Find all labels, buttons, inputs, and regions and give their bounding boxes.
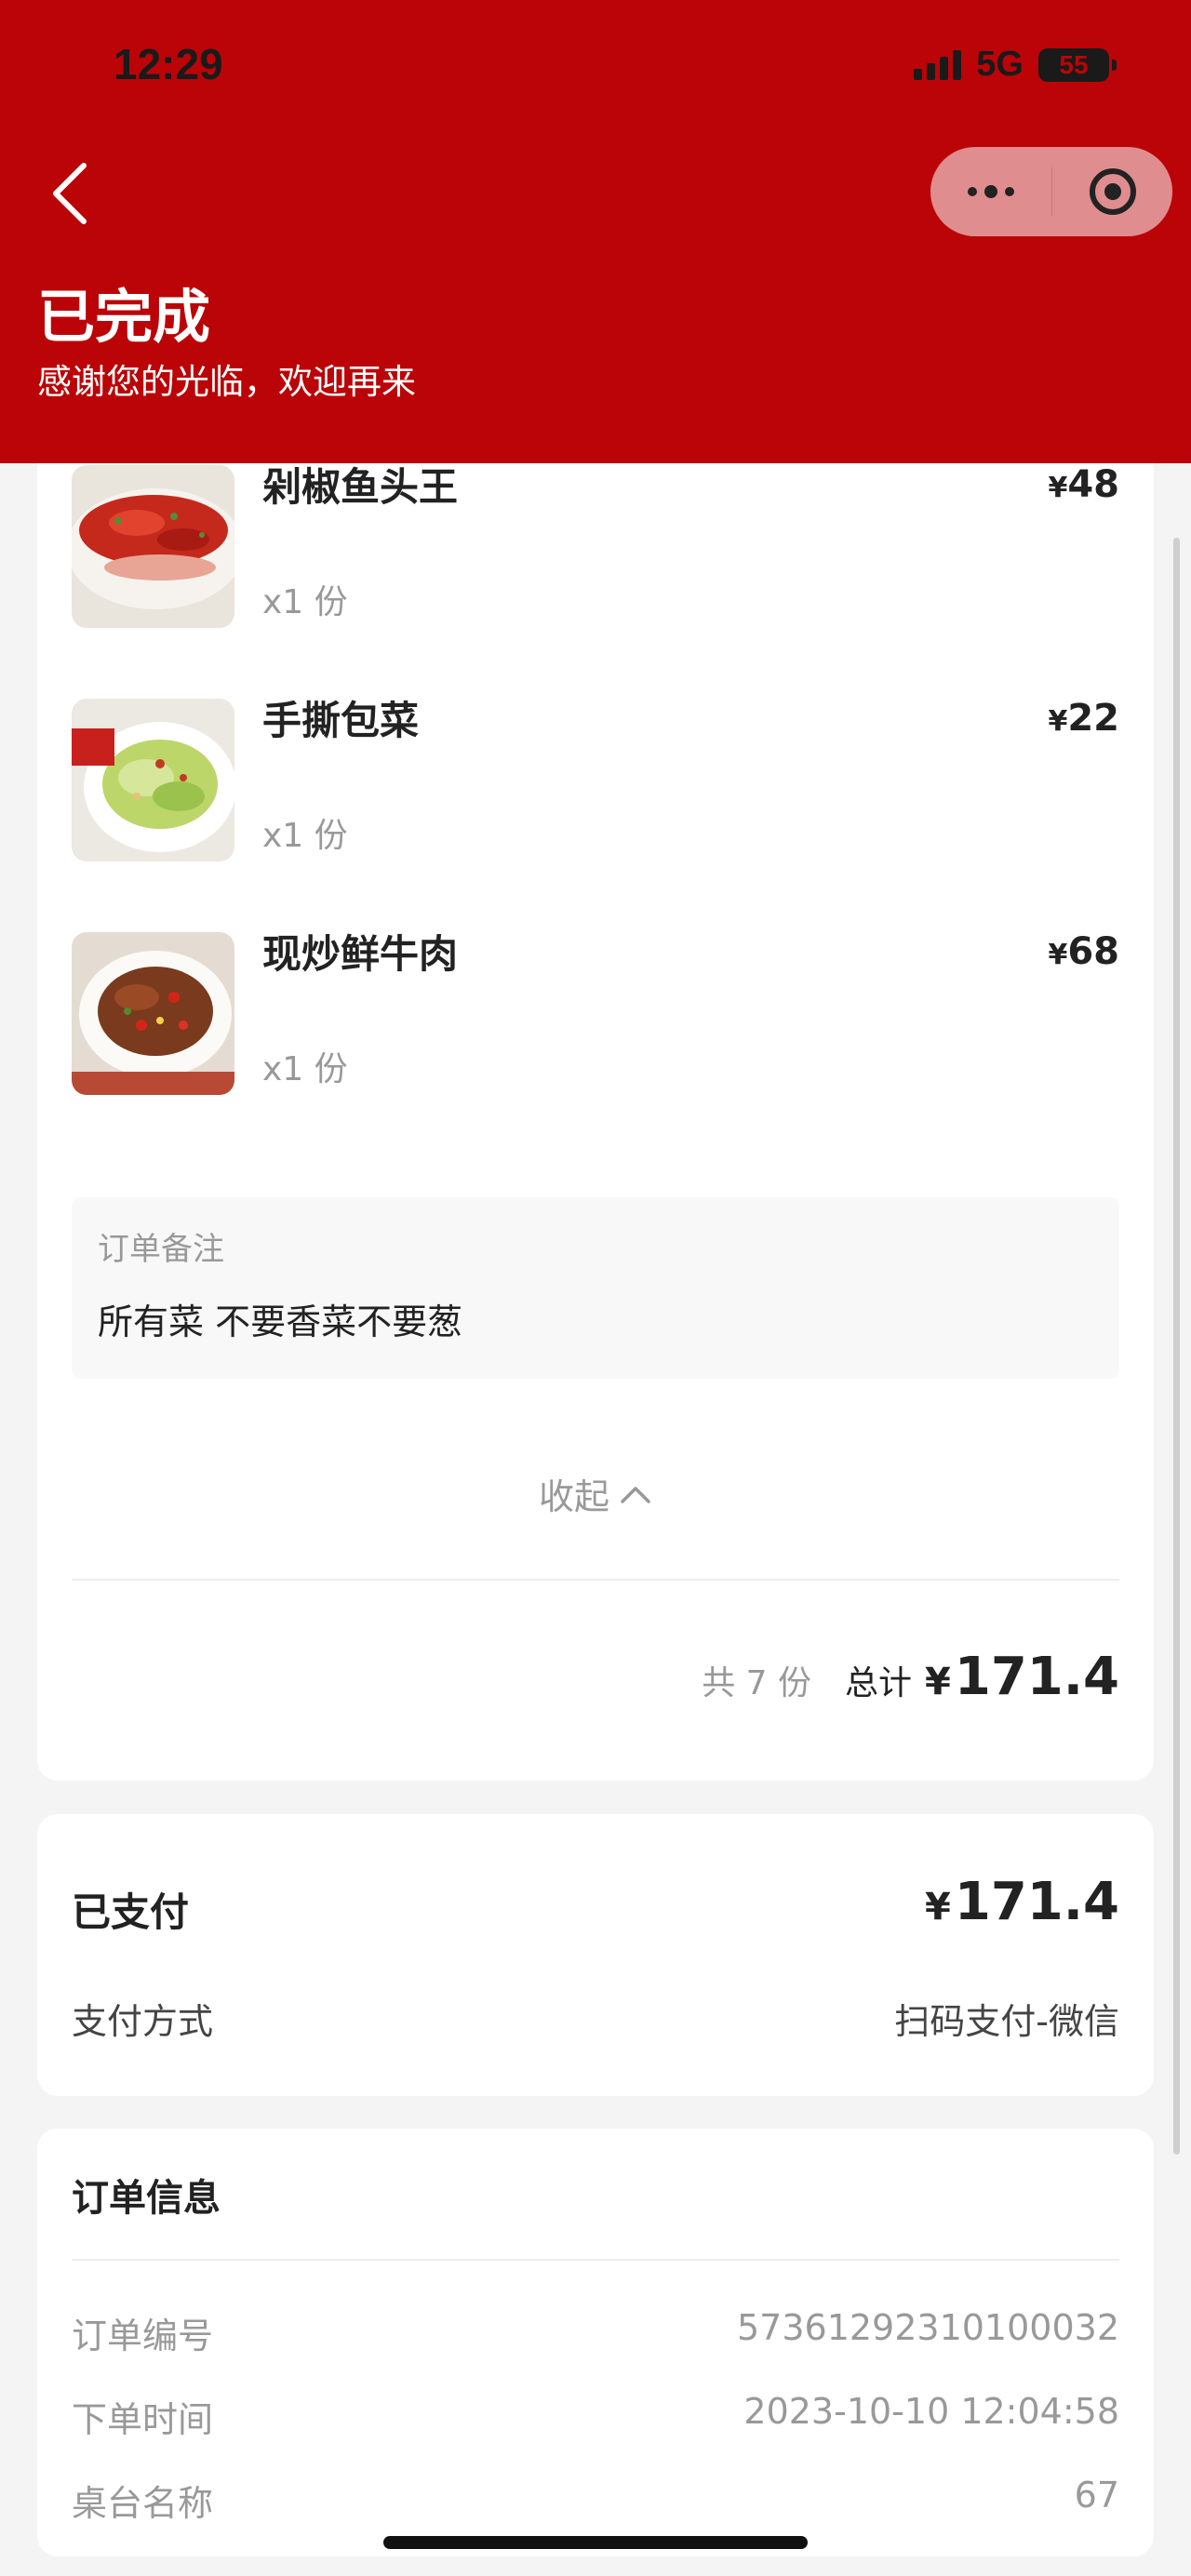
order-time-row: 下单时间 2023-10-10 12:04:58 bbox=[72, 2391, 1119, 2440]
page-subtitle: 感谢您的光临，欢迎再来 bbox=[37, 362, 416, 402]
total-amount: 171.4 bbox=[954, 1647, 1119, 1707]
total-label: 总计 bbox=[845, 1664, 913, 1702]
more-dots-icon bbox=[968, 185, 1014, 198]
page-title: 已完成 bbox=[37, 283, 211, 351]
more-button[interactable] bbox=[930, 147, 1051, 236]
chevron-up-icon bbox=[621, 1486, 650, 1503]
back-button[interactable] bbox=[47, 160, 102, 227]
order-note-label: 订单备注 bbox=[98, 1231, 224, 1268]
payment-status: 已支付 bbox=[72, 1889, 190, 1935]
payment-method-label: 支付方式 bbox=[72, 2001, 214, 2042]
mini-program-capsule bbox=[930, 147, 1172, 236]
order-number-row: 订单编号 57361292310100032 bbox=[72, 2307, 1119, 2356]
status-time: 12:29 bbox=[114, 40, 223, 88]
collapse-label: 收起 bbox=[538, 1476, 609, 1517]
scrollbar[interactable] bbox=[1173, 538, 1180, 2155]
signal-icon bbox=[914, 49, 962, 80]
total-currency: ¥ bbox=[925, 1661, 951, 1703]
order-info-card: 订单信息 订单编号 57361292310100032 下单时间 2023-10-1… bbox=[37, 2129, 1154, 2556]
table-name-row: 桌台名称 67 bbox=[72, 2475, 1119, 2524]
order-items-card: 剁椒鱼头王 ¥48 x1 份 手撕包菜 ¥22 x1 份 现炒鲜牛肉 ¥68 x… bbox=[37, 400, 1154, 1781]
divider bbox=[72, 1579, 1119, 1581]
payment-method-value: 扫码支付-微信 bbox=[894, 2001, 1119, 2042]
item-count: 共 7 份 bbox=[702, 1664, 811, 1702]
payment-card: 已支付 ¥171.4 支付方式 扫码支付-微信 bbox=[37, 1814, 1154, 2096]
item-name: 手撕包菜 bbox=[262, 698, 420, 743]
divider bbox=[72, 2259, 1119, 2261]
network-type: 5G bbox=[976, 45, 1024, 84]
order-note: 订单备注 所有菜 不要香菜不要葱 bbox=[72, 1197, 1119, 1379]
order-info-title: 订单信息 bbox=[72, 2177, 221, 2220]
item-name: 现炒鲜牛肉 bbox=[262, 931, 459, 977]
dish-image bbox=[72, 699, 234, 861]
list-item: 现炒鲜牛肉 ¥68 x1 份 bbox=[72, 930, 1119, 1095]
paid-amount: ¥171.4 bbox=[925, 1872, 1119, 1932]
order-total: 共 7 份 总计 ¥ 171.4 bbox=[702, 1647, 1119, 1707]
item-price: ¥48 bbox=[1048, 463, 1119, 506]
item-quantity: x1 份 bbox=[262, 583, 348, 621]
item-name: 剁椒鱼头王 bbox=[262, 464, 459, 510]
chevron-left-icon bbox=[53, 163, 87, 224]
header: 12:29 5G 55 已完成 感谢您的光临，欢迎再来 bbox=[0, 0, 1191, 463]
close-miniprogram-button[interactable] bbox=[1052, 147, 1172, 236]
collapse-button[interactable]: 收起 bbox=[37, 1468, 1154, 1519]
item-price: ¥22 bbox=[1048, 697, 1119, 740]
dish-image bbox=[72, 465, 234, 628]
target-icon bbox=[1089, 168, 1136, 215]
list-item: 手撕包菜 ¥22 x1 份 bbox=[72, 697, 1119, 861]
dish-image bbox=[72, 932, 234, 1095]
home-indicator[interactable] bbox=[383, 2536, 808, 2549]
item-quantity: x1 份 bbox=[262, 1050, 348, 1088]
order-note-text: 所有菜 不要香菜不要葱 bbox=[98, 1301, 463, 1342]
item-quantity: x1 份 bbox=[262, 817, 348, 855]
status-indicators: 5G 55 bbox=[914, 45, 1117, 85]
list-item: 剁椒鱼头王 ¥48 x1 份 bbox=[72, 463, 1119, 628]
item-price: ¥68 bbox=[1048, 930, 1119, 973]
battery-icon: 55 bbox=[1038, 47, 1117, 82]
